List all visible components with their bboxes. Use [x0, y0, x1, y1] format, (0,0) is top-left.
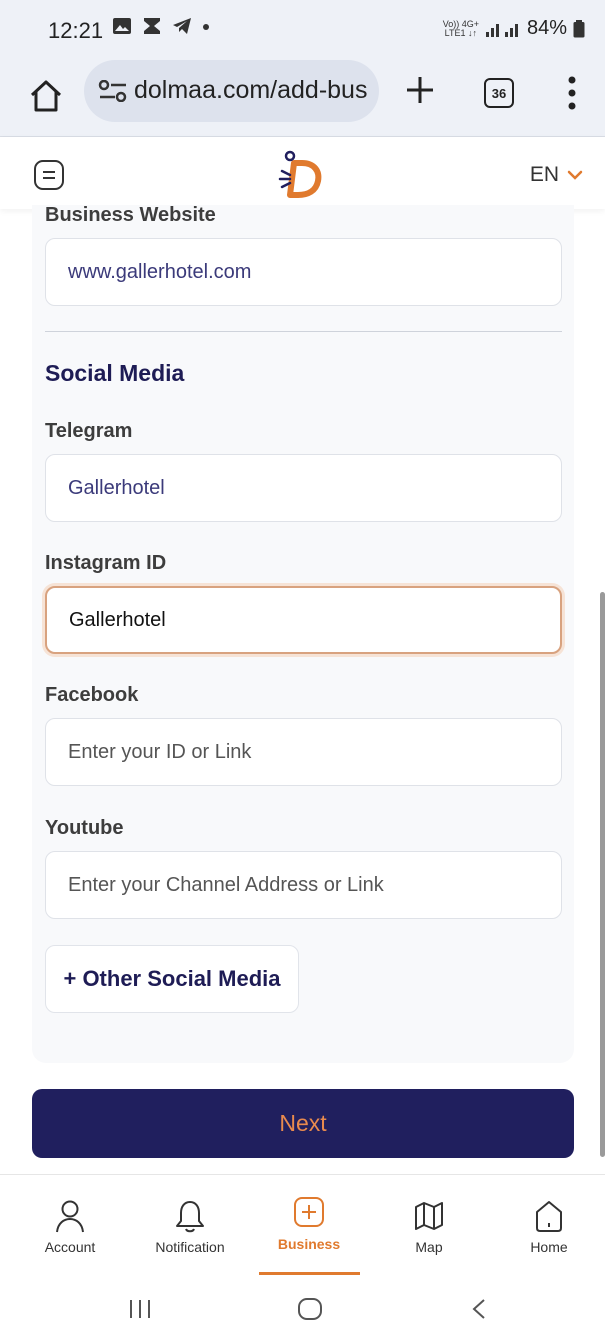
plus-square-icon [294, 1197, 324, 1227]
tab-switcher-button[interactable]: 36 [484, 78, 514, 108]
network-bottom: LTE1 ↓↑ [444, 27, 477, 38]
menu-icon[interactable] [33, 159, 65, 191]
telegram-label: Telegram [45, 420, 133, 442]
youtube-label: Youtube [45, 817, 124, 839]
nav-account[interactable]: Account [20, 1175, 120, 1275]
nav-business[interactable]: Business [259, 1175, 359, 1275]
home-nav-icon[interactable] [297, 1297, 325, 1321]
more-menu-icon[interactable] [566, 75, 578, 111]
address-bar[interactable]: dolmaa.com/add-bus [84, 60, 379, 122]
battery-icon [573, 19, 585, 37]
battery-percent: 84% [526, 17, 567, 39]
site-header: EN [0, 137, 605, 209]
bottom-nav: Account Notification Business Map Home [0, 1174, 605, 1275]
map-icon [415, 1202, 443, 1230]
system-nav [0, 1276, 605, 1322]
website-label: Business Website [45, 204, 216, 226]
next-button[interactable]: Next [32, 1089, 574, 1158]
nav-map-label: Map [415, 1239, 443, 1255]
telegram-field[interactable] [45, 454, 562, 522]
active-tab-indicator [259, 1272, 360, 1275]
hourglass-icon [144, 18, 160, 34]
nav-map[interactable]: Map [379, 1175, 479, 1275]
website-field[interactable] [45, 238, 562, 306]
social-media-title: Social Media [45, 360, 185, 386]
nav-notification-label: Notification [155, 1239, 225, 1255]
logo-icon[interactable] [278, 149, 324, 199]
home-icon [536, 1201, 562, 1232]
language-label: EN [529, 163, 559, 186]
language-selector[interactable]: EN [530, 163, 583, 187]
status-time: 12:21 [48, 18, 104, 43]
telegram-icon [173, 18, 191, 34]
person-icon [56, 1200, 84, 1233]
home-icon[interactable] [28, 78, 64, 114]
facebook-field[interactable] [45, 718, 562, 786]
nav-home[interactable]: Home [499, 1175, 599, 1275]
nav-account-label: Account [44, 1239, 96, 1255]
other-social-media-button[interactable]: + Other Social Media [45, 945, 299, 1013]
divider [45, 331, 562, 332]
bell-icon [176, 1201, 204, 1233]
back-icon[interactable] [470, 1298, 488, 1320]
scrollbar[interactable] [600, 592, 605, 1157]
signal-icon [485, 23, 518, 37]
gallery-icon [113, 18, 131, 34]
browser-toolbar: dolmaa.com/add-bus 36 [0, 58, 605, 137]
site-settings-icon[interactable] [98, 80, 128, 102]
nav-notification[interactable]: Notification [140, 1175, 240, 1275]
status-bar: 12:21 Vo)) 4G+ LTE1 ↓↑ 84% [0, 0, 605, 58]
recent-apps-icon[interactable] [128, 1298, 152, 1320]
instagram-field[interactable] [45, 586, 562, 654]
youtube-field[interactable] [45, 851, 562, 919]
new-tab-icon[interactable] [404, 74, 436, 106]
dot-icon [203, 24, 209, 30]
nav-home-label: Home [530, 1239, 568, 1255]
chevron-down-icon [567, 170, 583, 180]
instagram-label: Instagram ID [45, 552, 167, 574]
url-text[interactable]: dolmaa.com/add-bus [134, 76, 367, 105]
facebook-label: Facebook [45, 684, 139, 706]
nav-business-label: Business [277, 1236, 341, 1252]
